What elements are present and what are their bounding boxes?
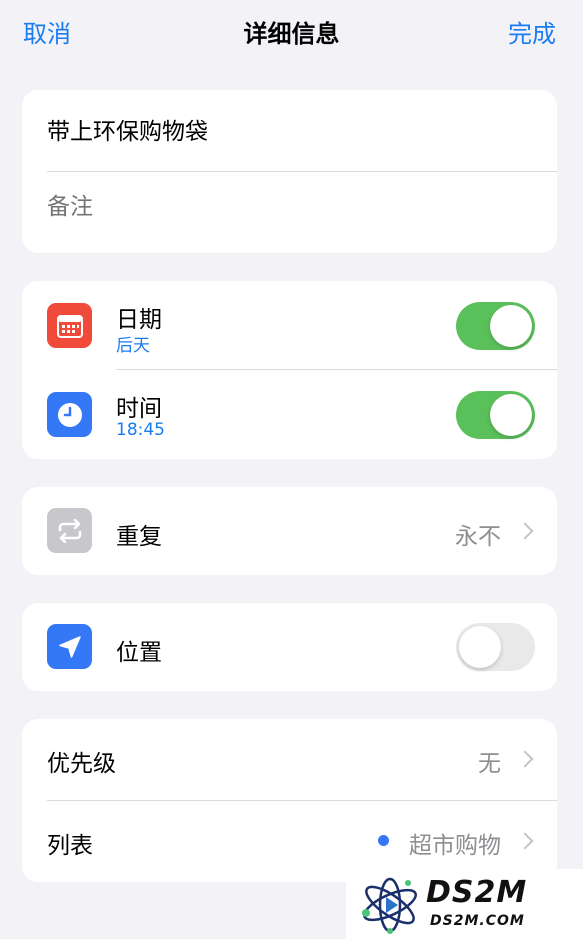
title-notes-card: 带上环保购物袋 [22,90,557,253]
atom-logo-icon [362,877,417,934]
date-value: 后天 [116,336,150,356]
calendar-icon [47,303,92,348]
time-row[interactable]: 时间 18:45 [22,370,557,459]
time-label: 时间 [116,396,162,422]
toggle-knob [490,394,532,436]
notes-field[interactable] [47,194,527,220]
watermark-url: DS2M.COM [430,913,525,929]
location-row[interactable]: 位置 [22,603,557,691]
chevron-right-icon [516,522,534,540]
repeat-icon [47,508,92,553]
repeat-value: 永不 [455,524,501,550]
repeat-label: 重复 [116,524,162,550]
time-toggle[interactable] [456,391,535,439]
watermark-text: DS2M [426,875,528,910]
list-value: 超市购物 [409,833,501,859]
done-button[interactable]: 完成 [508,14,556,49]
priority-label: 优先级 [47,751,116,777]
reminder-title-field[interactable]: 带上环保购物袋 [47,112,208,146]
date-row[interactable]: 日期 后天 [22,281,557,370]
date-toggle[interactable] [456,302,535,350]
navigation-bar: 取消 详细信息 完成 [0,0,583,70]
page-title: 详细信息 [243,20,340,48]
clock-icon [47,392,92,437]
watermark: DS2M DS2M.COM [346,869,583,939]
time-value: 18:45 [116,420,165,440]
location-toggle[interactable] [456,623,535,671]
chevron-right-icon [516,832,534,850]
priority-row[interactable]: 优先级 无 [22,719,557,800]
location-arrow-icon [47,624,92,669]
priority-list-card: 优先级 无 列表 超市购物 [22,719,557,882]
chevron-right-icon [516,750,534,768]
date-label: 日期 [116,307,162,333]
repeat-card: 重复 永不 [22,487,557,575]
priority-value: 无 [478,751,501,777]
location-card: 位置 [22,603,557,691]
divider [47,171,557,172]
location-label: 位置 [116,640,162,666]
list-color-dot [378,835,389,846]
toggle-knob [459,626,501,668]
list-label: 列表 [47,833,93,859]
toggle-knob [490,305,532,347]
repeat-row[interactable]: 重复 永不 [22,487,557,575]
date-time-card: 日期 后天 时间 18:45 [22,281,557,459]
